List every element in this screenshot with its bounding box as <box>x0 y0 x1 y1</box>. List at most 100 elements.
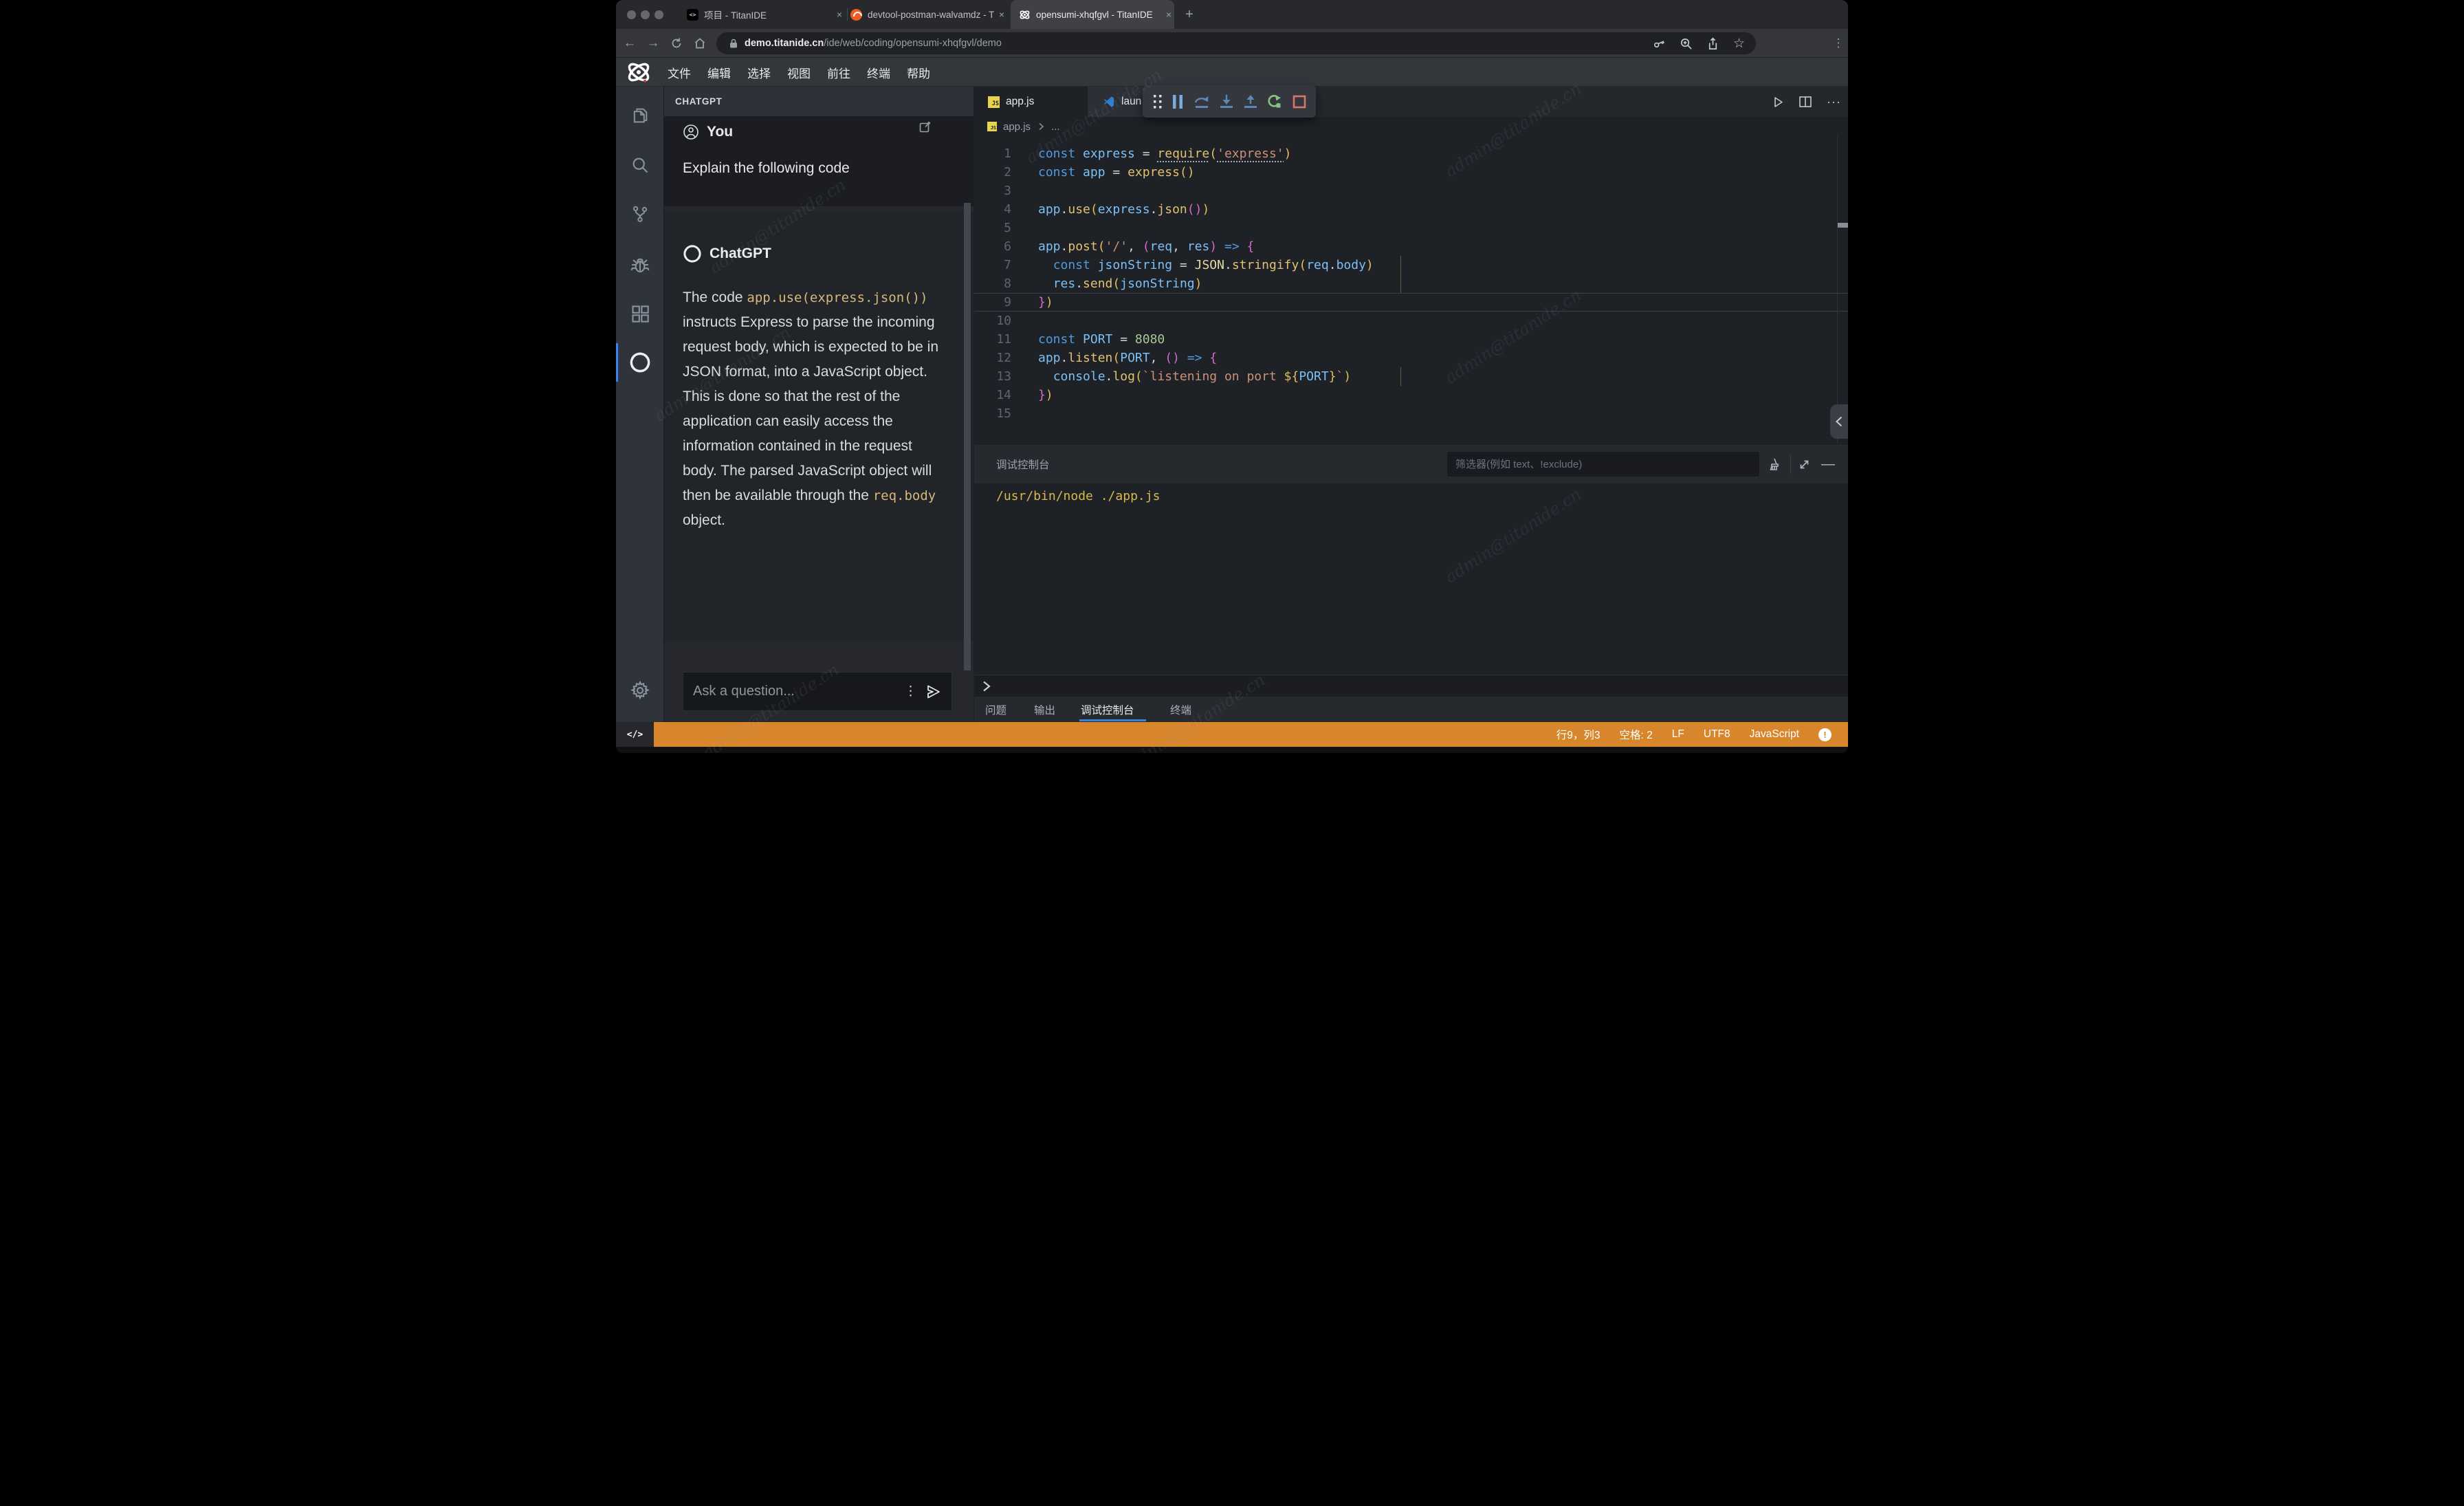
send-icon[interactable] <box>925 684 952 699</box>
tab-problems[interactable]: 问题 <box>985 697 1006 722</box>
ask-question-box: ⋮ <box>683 672 952 711</box>
status-bar: 行9，列3 空格: 2 LF UTF8 JavaScript ! <box>654 722 1848 747</box>
editor-tab-appjs[interactable]: JS app.js <box>974 87 1088 117</box>
menu-terminal[interactable]: 终端 <box>867 58 890 87</box>
code-line: 9}) <box>974 293 1848 312</box>
edit-message-icon[interactable] <box>919 121 931 133</box>
step-out-icon[interactable] <box>1244 94 1257 109</box>
browser-window: <> 项目 - TitanIDE × devtool-postman-walva… <box>616 0 1848 753</box>
browser-tab-project[interactable]: <> 项目 - TitanIDE × <box>687 0 845 29</box>
code-line: 15 <box>974 404 1848 423</box>
debug-console-output[interactable]: /usr/bin/node ./app.js <box>974 483 1848 675</box>
more-actions-icon[interactable]: ··· <box>1827 95 1841 109</box>
breadcrumb[interactable]: JS app.js ... <box>974 117 1848 136</box>
code-editor[interactable]: 1const express = require('express')2cons… <box>974 136 1848 444</box>
code-tab-icon: <> <box>687 9 698 21</box>
bookmark-star-icon[interactable]: ☆ <box>1733 36 1745 52</box>
status-cursor-position[interactable]: 行9，列3 <box>1556 727 1600 742</box>
code-line: 3 <box>974 182 1848 200</box>
debug-toolbar <box>1143 85 1316 118</box>
menu-view[interactable]: 视图 <box>787 58 811 87</box>
extensions-icon[interactable] <box>616 294 664 333</box>
close-tab-icon[interactable]: × <box>834 9 845 20</box>
menu-edit[interactable]: 编辑 <box>707 58 731 87</box>
browser-tab-devtool[interactable]: devtool-postman-walvamdz - T × <box>850 0 1007 29</box>
new-tab-button[interactable]: + <box>1181 0 1198 29</box>
status-language[interactable]: JavaScript <box>1750 728 1799 741</box>
password-key-icon[interactable] <box>1653 37 1666 50</box>
source-control-icon[interactable] <box>616 195 664 233</box>
settings-gear-icon[interactable] <box>616 671 664 710</box>
tab-terminal[interactable]: 终端 <box>1170 697 1191 722</box>
debug-icon[interactable] <box>616 245 664 284</box>
browser-toolbar: ← → demo.titanide.cn/ide/web/coding/open… <box>616 29 1848 58</box>
titanide-logo <box>626 59 652 85</box>
zoom-icon[interactable] <box>1680 37 1693 50</box>
code-line: 2const app = express() <box>974 163 1848 182</box>
browser-tab-title: opensumi-xhqfgvl - TitanIDE <box>1036 10 1153 20</box>
url-bar[interactable]: demo.titanide.cn/ide/web/coding/opensumi… <box>716 32 1756 54</box>
repl-prompt-chevron-icon <box>981 680 992 692</box>
breadcrumb-file: app.js <box>1003 121 1031 133</box>
menu-select[interactable]: 选择 <box>747 58 771 87</box>
back-icon[interactable]: ← <box>622 29 638 58</box>
restart-icon[interactable] <box>1267 94 1282 109</box>
chatgpt-icon[interactable] <box>616 343 664 382</box>
user-name: You <box>707 124 733 140</box>
active-tab-underline <box>1079 719 1146 721</box>
code-line: 11const PORT = 8080 <box>974 330 1848 349</box>
menu-go[interactable]: 前往 <box>827 58 850 87</box>
chat-options-kebab-icon[interactable]: ⋮ <box>896 684 925 699</box>
notification-icon[interactable]: ! <box>1818 728 1832 741</box>
console-filter-input[interactable] <box>1447 452 1759 477</box>
overview-ruler-marker <box>1838 223 1848 228</box>
zoom-window-button[interactable] <box>654 10 663 19</box>
stop-icon[interactable] <box>1292 95 1306 109</box>
status-code-glyph[interactable]: </> <box>616 722 654 747</box>
postman-icon <box>850 9 862 21</box>
reload-icon[interactable] <box>668 29 685 58</box>
console-repl-row[interactable] <box>974 675 1848 697</box>
close-window-button[interactable] <box>627 10 636 19</box>
maximize-panel-icon[interactable] <box>1798 444 1810 484</box>
minimize-panel-icon[interactable]: — <box>1821 444 1835 484</box>
console-output-line: /usr/bin/node ./app.js <box>996 489 1160 503</box>
close-tab-icon[interactable]: × <box>996 9 1007 20</box>
close-tab-icon[interactable]: × <box>1163 9 1174 20</box>
explorer-icon[interactable] <box>616 96 664 135</box>
browser-titlebar: <> 项目 - TitanIDE × devtool-postman-walva… <box>616 0 1848 29</box>
status-eol[interactable]: LF <box>1672 728 1684 741</box>
chat-scrollbar[interactable] <box>964 203 971 670</box>
indent-guide <box>1400 256 1401 293</box>
split-editor-icon[interactable] <box>1799 96 1812 107</box>
chatgpt-panel: CHATGPT You Explain the following code C… <box>664 87 974 722</box>
tab-debug-console[interactable]: 调试控制台 <box>1081 697 1134 722</box>
status-encoding[interactable]: UTF8 <box>1704 728 1730 741</box>
menu-help[interactable]: 帮助 <box>907 58 930 87</box>
collapse-panel-chevron[interactable] <box>1830 404 1848 439</box>
javascript-file-icon: JS <box>988 96 1000 108</box>
home-icon[interactable] <box>692 29 708 58</box>
share-icon[interactable] <box>1706 37 1719 50</box>
run-icon[interactable] <box>1772 96 1784 108</box>
menu-file[interactable]: 文件 <box>668 58 691 87</box>
browser-tab-opensumi[interactable]: opensumi-xhqfgvl - TitanIDE × <box>1011 0 1174 29</box>
clear-console-icon[interactable] <box>1766 444 1780 484</box>
drag-handle-icon[interactable] <box>1153 94 1163 109</box>
search-icon[interactable] <box>616 146 664 184</box>
tab-output[interactable]: 输出 <box>1034 697 1055 722</box>
forward-icon[interactable]: → <box>645 29 661 58</box>
ask-question-input[interactable] <box>683 684 896 699</box>
step-over-icon[interactable] <box>1194 94 1210 109</box>
url-path: /ide/web/coding/opensumi-xhqfgvl/demo <box>824 38 1002 49</box>
step-into-icon[interactable] <box>1220 94 1233 109</box>
debug-console-header: 调试控制台 — <box>974 444 1848 483</box>
lock-icon <box>729 38 738 49</box>
browser-menu-icon[interactable]: ⋮ <box>1832 29 1845 58</box>
status-indentation[interactable]: 空格: 2 <box>1620 727 1653 742</box>
pause-icon[interactable] <box>1172 94 1183 109</box>
code-line: 4app.use(express.json()) <box>974 200 1848 219</box>
minimize-window-button[interactable] <box>641 10 650 19</box>
javascript-file-icon: JS <box>987 122 997 131</box>
code-line: 1const express = require('express') <box>974 144 1848 163</box>
